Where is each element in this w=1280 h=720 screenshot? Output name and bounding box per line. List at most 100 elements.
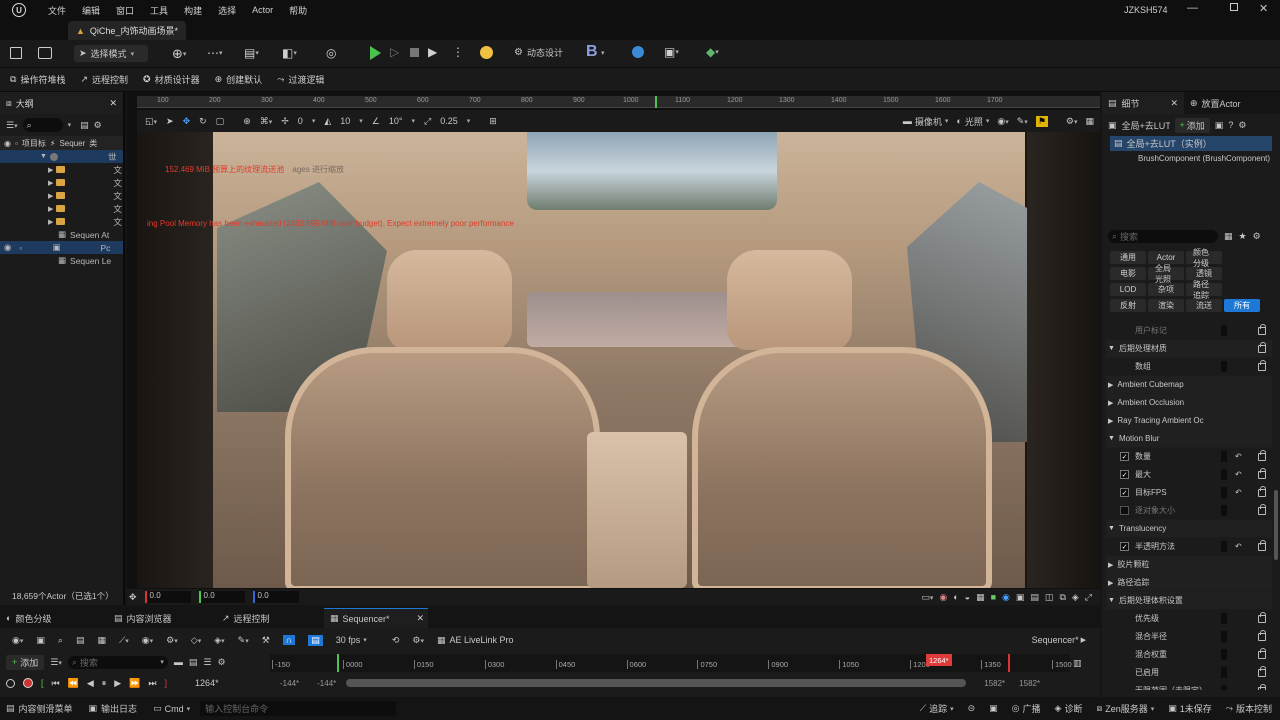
expand-arrow-icon[interactable]: ▶ [48,205,53,213]
tree-row-folder[interactable]: ▶ 文 [0,215,123,228]
record-circle-icon[interactable] [6,678,15,688]
property-section[interactable]: ▶ Ray Tracing Ambient Oc [1106,412,1272,430]
view-start-field[interactable]: -144* [280,679,299,688]
property-value-field[interactable] [1221,451,1227,462]
menu-actor[interactable]: Actor [252,5,273,15]
render-icon[interactable]: ▤ [76,635,85,646]
viewport-render[interactable]: 152.469 MiB 预算上的纹理流送池 ages 进行缩放 ing Pool… [137,132,1100,588]
lock-icon[interactable] [1258,665,1266,677]
snap-options-icon[interactable]: ▤ [308,634,323,646]
viewport-options-icon[interactable]: ◱▾ [145,116,157,127]
grid-snap-value[interactable]: 0 [298,116,303,126]
filter-streaming[interactable]: 流送 [1186,299,1222,312]
key-diamond-icon[interactable]: ◇▾ [191,635,201,646]
step-forward-icon[interactable]: ▶ [114,678,121,689]
grid-icon[interactable]: ▦ [976,592,985,603]
override-checkbox[interactable]: ✓ [1120,488,1129,497]
stop-button[interactable] [410,48,419,57]
jump-end-icon[interactable]: ] [165,678,168,688]
layers-icon[interactable]: ▤ [1030,592,1039,603]
add-component-button[interactable]: + 添加 [1174,117,1210,133]
property-value-field[interactable] [1221,649,1227,660]
realtime-icon[interactable]: ✎▾ [1017,116,1028,127]
minimize-icon[interactable]: — [1187,2,1198,14]
add-track-button[interactable]: + 添加 [6,654,45,670]
globe-icon[interactable] [632,46,644,58]
property-row[interactable]: ✓ 最大 ↶ [1106,466,1272,484]
expand-arrow-icon[interactable]: ▶ [1108,561,1113,569]
override-checkbox[interactable]: ✓ [1120,542,1129,551]
blueprint-add-icon[interactable]: ▣ [1215,120,1224,131]
property-value-field[interactable] [1221,361,1227,372]
lock-icon[interactable] [1258,449,1266,461]
key-icon[interactable]: ⟋▾ [119,635,129,646]
column-item-label[interactable]: 项目标 [22,138,46,149]
sphere-icon[interactable]: ◒ [965,592,970,602]
property-row[interactable]: 已启用 [1106,664,1272,682]
transition-logic-button[interactable]: ⤳ 过渡逻辑 [277,73,324,86]
property-value-field[interactable] [1221,325,1227,336]
expand-arrow-icon[interactable]: ▶ [48,179,53,187]
filter-film[interactable]: 电影 [1110,267,1146,280]
tree-row-sequence[interactable]: ▦ Sequen At [0,228,123,241]
menu-edit[interactable]: 编辑 [82,4,100,17]
property-row[interactable]: ✓ 目标FPS ↶ [1106,484,1272,502]
property-row[interactable]: 混合半径 [1106,628,1272,646]
filter-icon[interactable]: ☰▾ [50,657,62,668]
add-actor-icon[interactable]: ⊕ ▾ [172,46,186,62]
component-row[interactable]: BrushComponent (BrushComponent) [1110,151,1272,166]
property-row[interactable]: 混合权重 [1106,646,1272,664]
lock-icon[interactable] [1258,467,1266,479]
filter-lod[interactable]: LOD [1110,283,1146,296]
move-snap-value[interactable]: 10 [340,116,350,126]
coord-z-field[interactable]: 0.0 [252,591,299,603]
filter-render[interactable]: 渲染 [1148,299,1184,312]
level-tab[interactable]: ▲ QiChe_内饰动画场景* [68,21,186,40]
filter-general[interactable]: 通用 [1110,251,1146,264]
collapse-arrow-icon[interactable]: ▼ [1108,435,1115,442]
lock-icon[interactable] [1258,611,1266,623]
expand-arrow-icon[interactable]: ▼ [40,153,47,160]
property-row[interactable]: 无限范围（未限定） [1106,682,1272,690]
chevron-down-icon[interactable]: ▾ [68,121,72,129]
ruler-marker[interactable] [655,96,657,108]
property-value-field[interactable] [1221,631,1227,642]
lit-button[interactable]: ◐ 光照 ▾ [956,115,989,128]
help-icon[interactable]: ? [1228,120,1233,130]
timeline-zoom-icon[interactable]: ▥ [1073,658,1082,669]
lock-column-icon[interactable]: ▫ [15,139,18,148]
version-control-button[interactable]: ⤳ 版本控制 [1226,702,1272,715]
menu-tools[interactable]: 工具 [150,4,168,17]
fps-dropdown[interactable]: 30 fps ▾ [336,635,367,645]
expand-arrow-icon[interactable]: ▶ [1108,417,1113,425]
save-icon[interactable] [10,47,22,59]
sequencer-timeline[interactable]: -150 0000 0150 0300 0450 0600 0750 0900 1050 1200… [270,654,1072,672]
details-search-input[interactable]: ⌕ 搜索 [1108,230,1218,243]
blueprint-b-icon[interactable]: B [586,43,598,61]
playback-range-end[interactable] [1008,654,1010,672]
table-view-icon[interactable]: ▦ [1224,231,1233,242]
world-icon[interactable]: ◉▾ [12,635,23,646]
content-drawer-button[interactable]: ▤ 内容侧滑菜单 [6,702,73,715]
filter-path-tracing[interactable]: 路径追踪 [1186,280,1222,300]
lock-icon[interactable] [1258,323,1266,335]
view-range-scrollbar[interactable] [346,679,967,687]
console-input[interactable]: 输入控制台命令 [200,701,397,716]
show-icon[interactable]: ◉▾ [997,116,1008,127]
lock-icon[interactable] [1258,359,1266,371]
view-end-field-2[interactable]: 1582* [1019,679,1040,688]
blueprint-icon[interactable]: ⋯ ▾ [207,46,223,60]
grid-snap-icon[interactable]: ✢ [281,116,289,127]
color-swatch-icon[interactable]: ■ [991,592,996,602]
trace-button[interactable]: ⟋ 追踪 ▾ [920,702,954,715]
record-icon[interactable] [23,678,33,688]
actor-name-field[interactable]: 全局+去LUT [1122,119,1170,132]
property-value-field[interactable] [1221,469,1227,480]
expand-icon[interactable]: ⤢ [1085,592,1092,603]
chevron-down-icon[interactable]: ▾ [312,117,316,125]
reset-icon[interactable]: ↶ [1235,542,1242,551]
lock-icon[interactable] [1258,539,1266,551]
lock-icon[interactable] [1258,629,1266,641]
lock-icon[interactable] [1258,341,1266,353]
property-row[interactable]: 逐对象大小 [1106,502,1272,520]
